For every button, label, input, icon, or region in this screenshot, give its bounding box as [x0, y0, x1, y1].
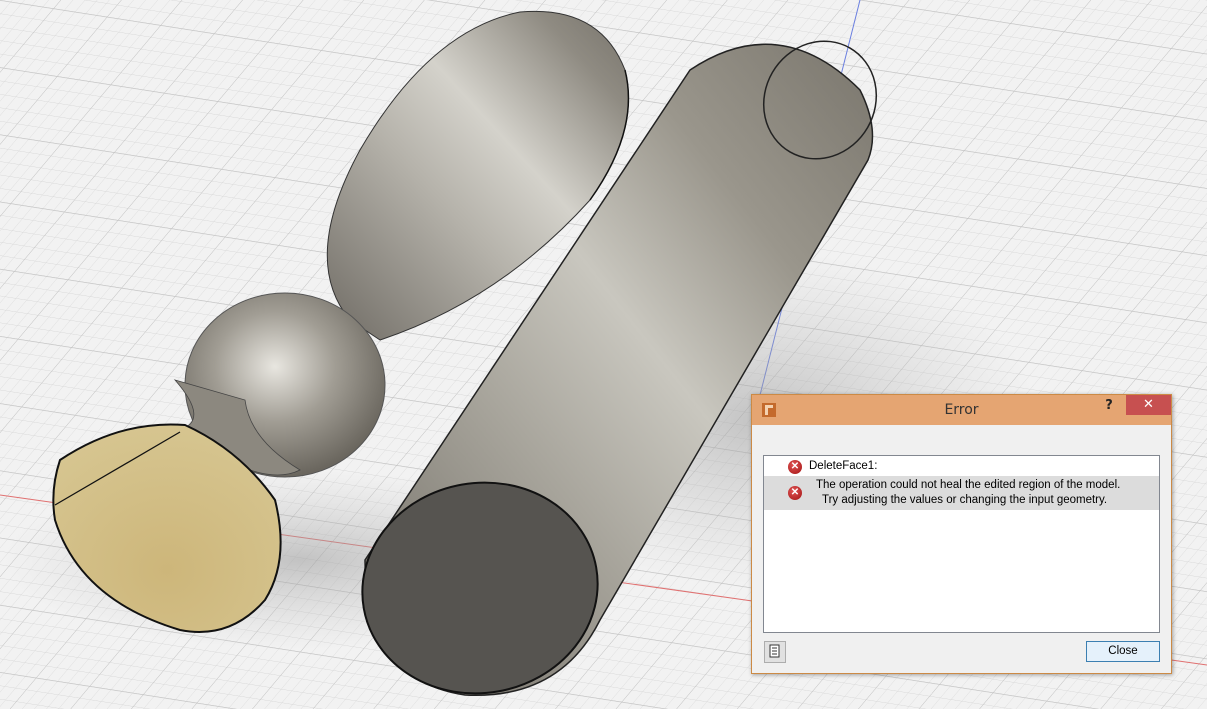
- error-icon: ✕: [788, 486, 802, 500]
- list-item[interactable]: ✕ DeleteFace1:: [764, 458, 1159, 476]
- dialog-titlebar[interactable]: Error ? ✕: [752, 395, 1171, 425]
- copy-icon: [769, 644, 780, 658]
- close-x-button[interactable]: ✕: [1126, 395, 1171, 415]
- list-item[interactable]: ✕ The operation could not heal the edite…: [764, 476, 1159, 510]
- close-button[interactable]: Close: [1086, 641, 1160, 662]
- error-dialog: Error ? ✕ ✕ DeleteFace1: ✕ The operation…: [751, 394, 1172, 674]
- error-icon: ✕: [788, 460, 802, 474]
- copy-button[interactable]: [764, 641, 786, 663]
- message-text-line1: The operation could not heal the edited …: [816, 479, 1121, 491]
- message-text-line2: Try adjusting the values or changing the…: [822, 494, 1108, 506]
- message-text: DeleteFace1:: [809, 460, 878, 472]
- help-button[interactable]: ?: [1102, 398, 1116, 416]
- message-list[interactable]: ✕ DeleteFace1: ✕ The operation could not…: [763, 455, 1160, 633]
